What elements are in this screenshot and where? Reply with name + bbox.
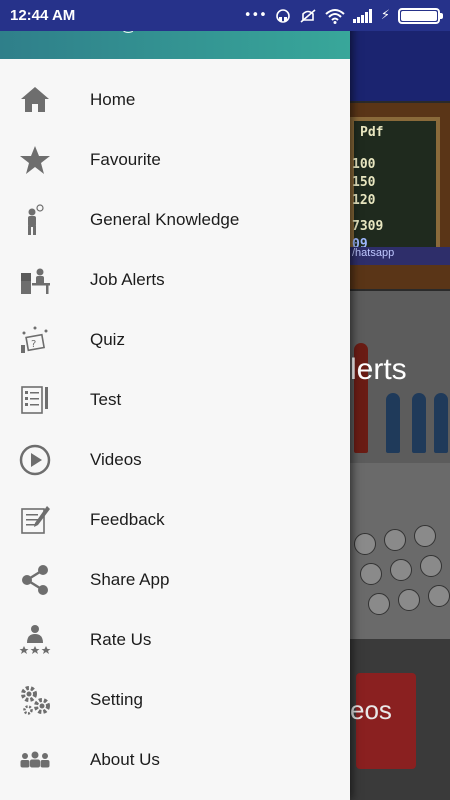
drawer-item-label: Home xyxy=(90,90,136,109)
drawer-item-label: Quiz xyxy=(90,330,125,349)
status-bar: 12:44 AM ••• ⚡ xyxy=(0,0,450,31)
card1-banner: /hatsapp xyxy=(350,247,450,265)
card1-text: 120 xyxy=(352,193,376,208)
play-icon xyxy=(0,430,90,490)
drawer-item-setting[interactable]: Setting xyxy=(0,670,350,730)
signal-icon xyxy=(352,8,372,23)
checklist-icon xyxy=(0,370,90,430)
drawer-item-share-app[interactable]: Share App xyxy=(0,550,350,610)
battery-icon xyxy=(398,7,443,24)
answer-bubble xyxy=(354,533,376,555)
drawer-item-label: General Knowledge xyxy=(90,210,240,229)
drawer-item-label: Videos xyxy=(90,450,142,469)
card1-text: 100 xyxy=(352,157,376,172)
drawer-item-label: Share App xyxy=(90,570,170,589)
home-icon xyxy=(0,70,90,130)
drawer-item-feedback[interactable]: Feedback xyxy=(0,490,350,550)
desk-worker-icon xyxy=(0,250,90,310)
rate-icon xyxy=(0,610,90,670)
more-icon: ••• xyxy=(243,8,267,23)
card4-title: eos xyxy=(350,695,392,725)
navigation-drawer: android.studio@android.com Home Favourit… xyxy=(0,0,350,800)
share-icon xyxy=(0,550,90,610)
drawer-item-home[interactable]: Home xyxy=(0,70,350,130)
drawer-item-label: Job Alerts xyxy=(90,270,165,289)
drawer-menu: Home Favourite General Knowledge Job Ale… xyxy=(0,70,350,790)
drawer-item-about-us[interactable]: About Us xyxy=(0,730,350,790)
card-job-alerts[interactable]: lerts xyxy=(350,291,450,463)
answer-bubble xyxy=(428,585,450,607)
card-test-sheet[interactable] xyxy=(350,463,450,639)
drawer-item-label: Setting xyxy=(90,690,143,709)
gears-icon xyxy=(0,670,90,730)
drawer-item-label: Favourite xyxy=(90,150,161,169)
quiz-icon: ? xyxy=(0,310,90,370)
charging-icon: ⚡ xyxy=(380,8,390,23)
group-icon xyxy=(0,730,90,790)
drawer-item-label: Feedback xyxy=(90,510,165,529)
drawer-item-videos[interactable]: Videos xyxy=(0,430,350,490)
answer-bubble xyxy=(390,559,412,581)
drawer-item-test[interactable]: Test xyxy=(0,370,350,430)
figure-image xyxy=(386,393,400,453)
figure-image xyxy=(434,393,448,453)
card-pdf-board[interactable]: Pdf 100 150 120 7309 09 /hatsapp xyxy=(350,103,450,289)
drawer-item-label: Test xyxy=(90,390,122,409)
answer-bubble xyxy=(368,593,390,615)
drawer-item-general-knowledge[interactable]: General Knowledge xyxy=(0,190,350,250)
drawer-item-rate-us[interactable]: Rate Us xyxy=(0,610,350,670)
answer-bubble xyxy=(384,529,406,551)
answer-bubble xyxy=(420,555,442,577)
wifi-icon xyxy=(325,8,345,24)
card1-text: 7309 xyxy=(352,219,384,234)
status-time: 12:44 AM xyxy=(10,7,76,24)
person-thinking-icon xyxy=(0,190,90,250)
card1-text: Pdf xyxy=(360,125,384,140)
status-icons: ••• ⚡ xyxy=(243,7,443,24)
star-icon xyxy=(0,130,90,190)
figure-image xyxy=(412,393,426,453)
card-videos[interactable]: eos xyxy=(350,639,450,800)
drawer-item-quiz[interactable]: ? Quiz xyxy=(0,310,350,370)
svg-text:?: ? xyxy=(31,339,36,350)
card1-text: 150 xyxy=(352,175,376,190)
answer-bubble xyxy=(414,525,436,547)
answer-bubble xyxy=(398,589,420,611)
card2-title: lerts xyxy=(350,353,407,386)
headset-icon xyxy=(276,8,290,23)
drawer-item-job-alerts[interactable]: Job Alerts xyxy=(0,250,350,310)
drawer-item-label: About Us xyxy=(90,750,160,769)
drawer-item-favourite[interactable]: Favourite xyxy=(0,130,350,190)
mute-icon xyxy=(300,8,316,23)
answer-bubble xyxy=(360,563,382,585)
drawer-item-label: Rate Us xyxy=(90,630,152,649)
feedback-icon xyxy=(0,490,90,550)
